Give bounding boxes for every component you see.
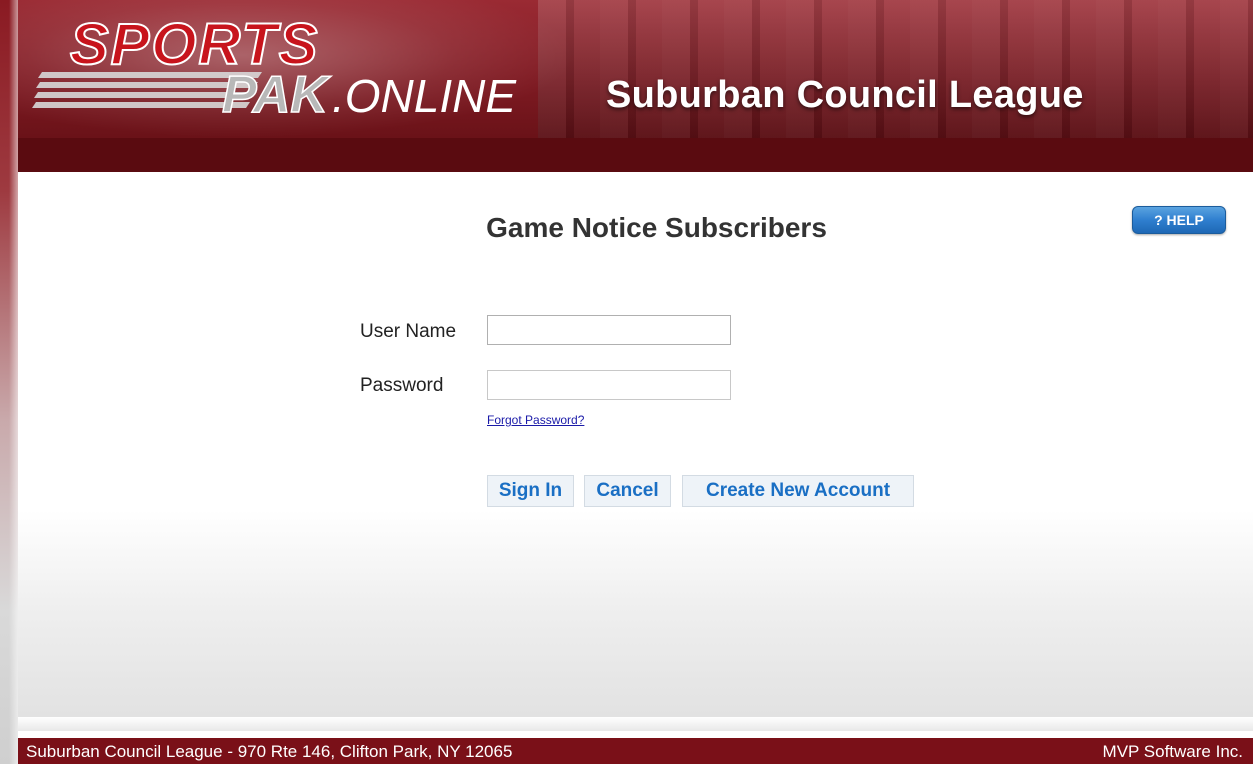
sportspak-logo[interactable]: SPORTS PAK .ONLINE xyxy=(32,8,542,130)
footer-divider xyxy=(18,717,1253,731)
sign-in-button[interactable]: Sign In xyxy=(487,475,574,507)
help-button[interactable]: ? HELP xyxy=(1132,206,1226,234)
password-input[interactable] xyxy=(487,370,731,400)
league-title: Suburban Council League xyxy=(606,74,1084,116)
username-label: User Name xyxy=(360,321,457,342)
create-account-button[interactable]: Create New Account xyxy=(682,475,914,507)
left-edge-strip xyxy=(0,0,18,764)
site-footer: Suburban Council League - 970 Rte 146, C… xyxy=(18,738,1253,764)
svg-text:.ONLINE: .ONLINE xyxy=(332,70,517,122)
forgot-password-link[interactable]: Forgot Password? xyxy=(487,413,584,427)
cancel-button[interactable]: Cancel xyxy=(584,475,671,507)
header-photo-banner xyxy=(538,0,1253,138)
password-label: Password xyxy=(360,375,444,396)
username-input[interactable] xyxy=(487,315,731,345)
footer-address: Suburban Council League - 970 Rte 146, C… xyxy=(26,742,513,761)
footer-vendor: MVP Software Inc. xyxy=(1102,742,1243,761)
site-header: SPORTS PAK .ONLINE Suburban Council Leag… xyxy=(18,0,1253,138)
logo-graphic: SPORTS PAK .ONLINE xyxy=(32,11,517,125)
page-title: Game Notice Subscribers xyxy=(486,212,827,243)
header-nav-bar xyxy=(18,138,1253,172)
svg-text:PAK: PAK xyxy=(222,66,331,124)
main-panel: Game Notice Subscribers ? HELP User Name… xyxy=(18,172,1253,717)
